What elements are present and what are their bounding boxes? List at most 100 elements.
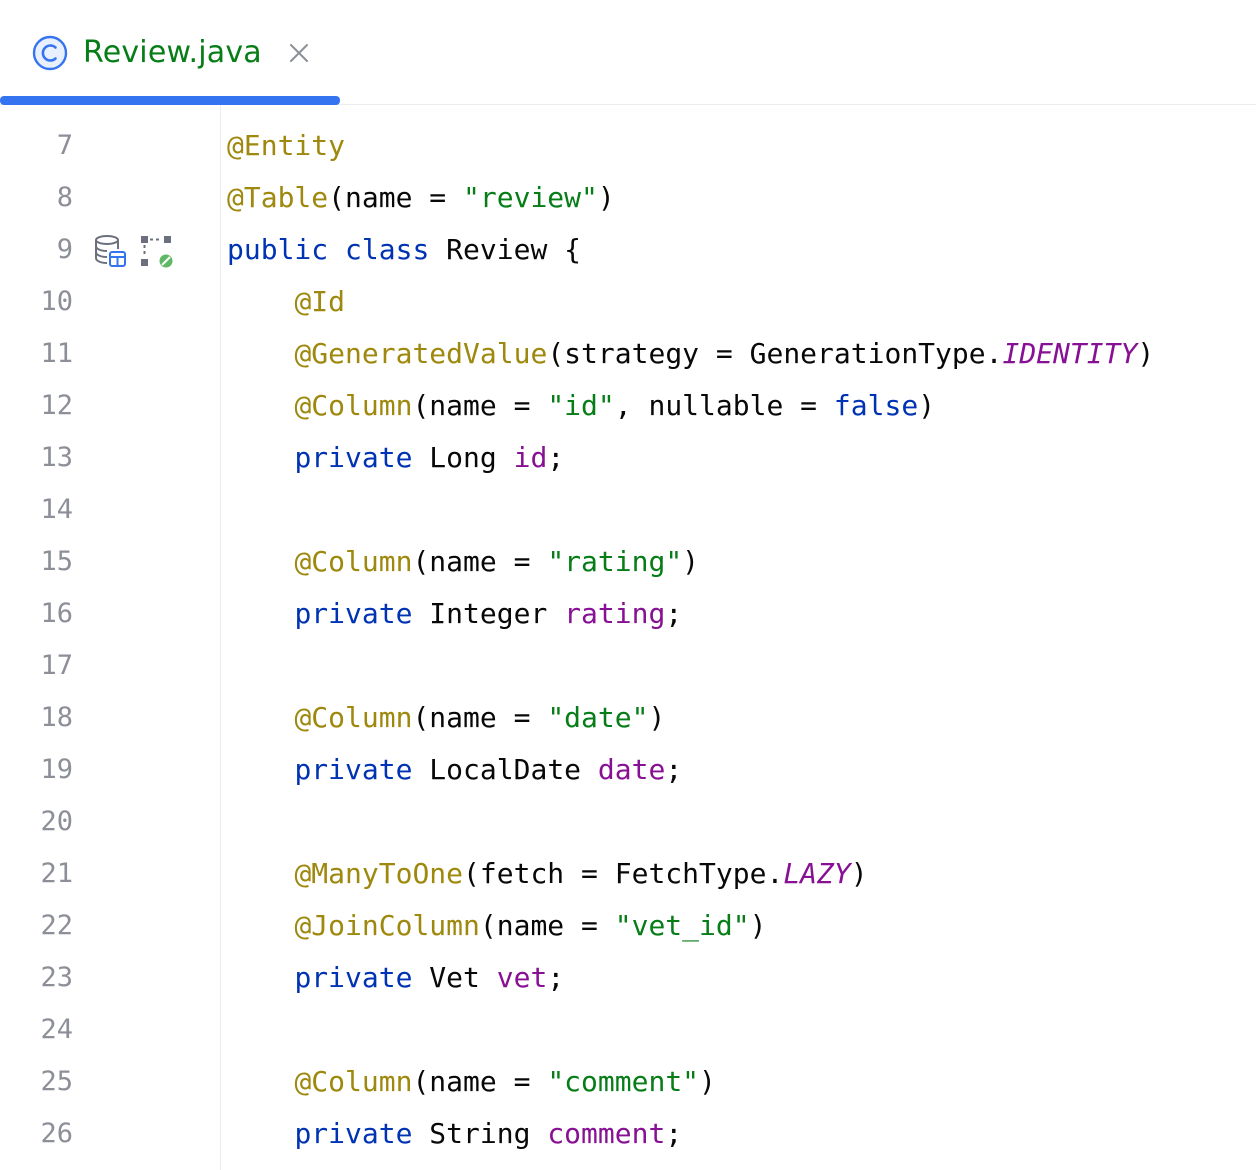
- code-token: false: [833, 389, 919, 422]
- code-token: @Column: [294, 1065, 413, 1098]
- code-token: Long: [412, 441, 514, 474]
- editor-tab-bar: Review.java: [0, 0, 1256, 105]
- line-number: 11: [40, 338, 73, 369]
- code-token: id: [513, 441, 548, 474]
- code-line[interactable]: 9 public class Review {: [0, 224, 1256, 276]
- code-token: private: [294, 1117, 413, 1150]
- code-text: @Column(name = "id", nullable = false): [227, 380, 935, 432]
- class-icon: [32, 35, 68, 71]
- code-token: ): [648, 701, 666, 734]
- code-line[interactable]: 26 private String comment;: [0, 1108, 1256, 1160]
- code-token: comment: [547, 1117, 666, 1150]
- code-token: String: [412, 1117, 548, 1150]
- code-token: "review": [463, 181, 598, 214]
- line-number: 7: [56, 130, 73, 161]
- code-text: @ManyToOne(fetch = FetchType.LAZY): [227, 848, 868, 900]
- code-line[interactable]: 7 @Entity: [0, 120, 1256, 172]
- code-token: @Id: [294, 285, 346, 318]
- code-token: @GeneratedValue: [294, 337, 548, 370]
- code-token: ): [918, 389, 936, 422]
- code-token: LAZY: [783, 857, 851, 890]
- line-number: 22: [40, 910, 73, 941]
- tab-review-java[interactable]: Review.java: [0, 0, 340, 105]
- code-token: ): [850, 857, 868, 890]
- code-line[interactable]: 17: [0, 640, 1256, 692]
- code-line[interactable]: 8 @Table(name = "review"): [0, 172, 1256, 224]
- code-line[interactable]: 23 private Vet vet;: [0, 952, 1256, 1004]
- code-token: ): [597, 181, 615, 214]
- code-token: Vet: [412, 961, 497, 994]
- code-line[interactable]: 13 private Long id;: [0, 432, 1256, 484]
- code-token: Review {: [429, 233, 582, 266]
- code-line[interactable]: 25 @Column(name = "comment"): [0, 1056, 1256, 1108]
- code-token: @JoinColumn: [294, 909, 480, 942]
- tab-title: Review.java: [83, 35, 262, 70]
- code-token: @Column: [294, 701, 413, 734]
- code-line[interactable]: 19 private LocalDate date;: [0, 744, 1256, 796]
- code-token: ;: [547, 441, 565, 474]
- code-token: @Entity: [227, 129, 346, 162]
- code-text: private Integer rating;: [227, 588, 682, 640]
- code-line[interactable]: 20: [0, 796, 1256, 848]
- code-token: private: [294, 597, 413, 630]
- line-number: 21: [40, 858, 73, 889]
- code-token: private: [294, 441, 413, 474]
- code-token: ;: [547, 961, 565, 994]
- code-text: private Vet vet;: [227, 952, 564, 1004]
- database-table-icon[interactable]: [92, 233, 128, 269]
- code-token: ;: [665, 753, 683, 786]
- code-token: (fetch = FetchType.: [463, 857, 784, 890]
- code-text: @Column(name = "comment"): [227, 1056, 715, 1108]
- code-text: private Long id;: [227, 432, 564, 484]
- line-number: 15: [40, 546, 73, 577]
- code-line[interactable]: 24: [0, 1004, 1256, 1056]
- code-token: class: [345, 233, 430, 266]
- code-token: , nullable =: [614, 389, 834, 422]
- code-token: ): [749, 909, 767, 942]
- code-line[interactable]: 16 private Integer rating;: [0, 588, 1256, 640]
- code-token: (name =: [479, 909, 615, 942]
- code-token: ;: [665, 1117, 683, 1150]
- close-icon[interactable]: [288, 42, 310, 64]
- code-token: "vet_id": [614, 909, 750, 942]
- code-line[interactable]: 18 @Column(name = "date"): [0, 692, 1256, 744]
- line-number: 13: [40, 442, 73, 473]
- code-line[interactable]: 12 @Column(name = "id", nullable = false…: [0, 380, 1256, 432]
- line-number: 12: [40, 390, 73, 421]
- code-token: Integer: [412, 597, 565, 630]
- code-line[interactable]: 22 @JoinColumn(name = "vet_id"): [0, 900, 1256, 952]
- line-number: 9: [56, 234, 73, 265]
- code-token: (name =: [412, 545, 548, 578]
- entity-diagram-icon[interactable]: [138, 233, 174, 269]
- code-line[interactable]: 10 @Id: [0, 276, 1256, 328]
- line-number: 17: [40, 650, 73, 681]
- line-number: 26: [40, 1118, 73, 1149]
- code-token: public: [227, 233, 329, 266]
- line-number: 20: [40, 806, 73, 837]
- code-token: ): [682, 545, 700, 578]
- code-token: private: [294, 753, 413, 786]
- line-number: 24: [40, 1014, 73, 1045]
- line-number: 25: [40, 1066, 73, 1097]
- code-token: ): [1137, 337, 1155, 370]
- code-line[interactable]: 21 @ManyToOne(fetch = FetchType.LAZY): [0, 848, 1256, 900]
- code-line[interactable]: 15 @Column(name = "rating"): [0, 536, 1256, 588]
- code-token: date: [597, 753, 666, 786]
- code-token: (strategy = GenerationType.: [547, 337, 1003, 370]
- code-line[interactable]: 14: [0, 484, 1256, 536]
- code-line[interactable]: 11 @GeneratedValue(strategy = Generation…: [0, 328, 1256, 380]
- code-text: private String comment;: [227, 1108, 682, 1160]
- code-text: @Table(name = "review"): [227, 172, 615, 224]
- code-token: @Table: [227, 181, 329, 214]
- code-editor[interactable]: 7 @Entity 8 @Table(name = "review") 9 public …: [0, 105, 1256, 1170]
- code-token: @Column: [294, 389, 413, 422]
